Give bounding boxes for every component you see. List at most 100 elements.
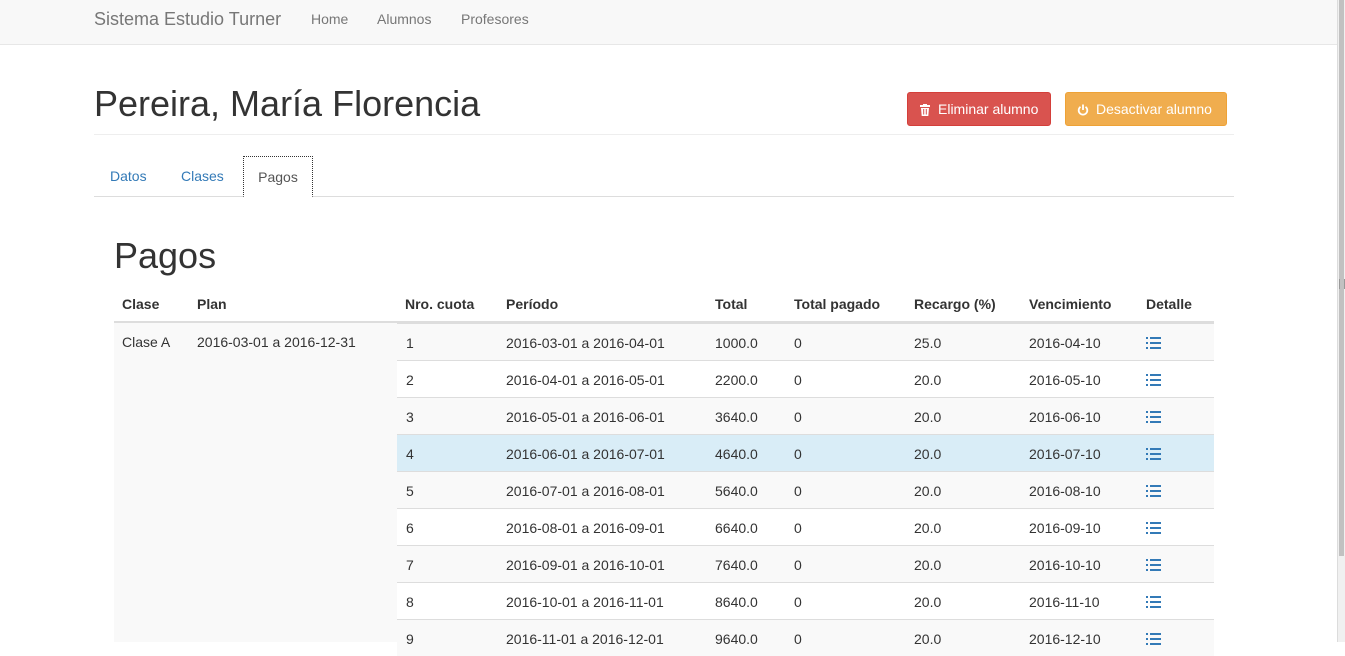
deactivate-student-button[interactable]: Desactivar alumno (1065, 92, 1227, 126)
col-header-periodo: Período (506, 296, 559, 312)
list-icon[interactable] (1146, 374, 1161, 386)
total-cell: 8640.0 (715, 594, 758, 610)
clase-value: Clase A (122, 334, 171, 350)
total-cell: 9640.0 (715, 631, 758, 647)
power-icon (1077, 103, 1089, 116)
total-cell: 3640.0 (715, 409, 758, 425)
table-row: 1 2016-03-01 a 2016-04-01 1000.0 0 25.0 2016-… (397, 323, 1214, 360)
total-pagado-cell: 0 (794, 557, 802, 573)
nav-link-alumnos[interactable]: Alumnos (377, 11, 431, 27)
total-pagado-cell: 0 (794, 483, 802, 499)
list-icon[interactable] (1146, 522, 1161, 534)
vencimiento-cell: 2016-11-10 (1029, 594, 1100, 610)
total-pagado-cell: 0 (794, 631, 802, 647)
col-header-total-pagado: Total pagado (794, 296, 881, 312)
resize-handle-icon (1339, 279, 1345, 289)
total-pagado-cell: 0 (794, 594, 802, 610)
list-icon[interactable] (1146, 485, 1161, 497)
total-pagado-cell: 0 (794, 446, 802, 462)
periodo-cell: 2016-07-01 a 2016-08-01 (506, 483, 665, 499)
total-cell: 4640.0 (715, 446, 758, 462)
nro-cuota-cell: 2 (406, 372, 414, 388)
tab-datos[interactable]: Datos (110, 156, 147, 196)
table-row: 7 2016-09-01 a 2016-10-01 7640.0 0 20.0 2016-… (397, 545, 1214, 582)
list-icon[interactable] (1146, 411, 1161, 423)
table-row: 2 2016-04-01 a 2016-05-01 2200.0 0 20.0 2016-… (397, 360, 1214, 397)
total-pagado-cell: 0 (794, 520, 802, 536)
scrollbar-thumb[interactable] (1339, 0, 1344, 556)
nro-cuota-cell: 6 (406, 520, 414, 536)
periodo-cell: 2016-11-01 a 2016-12-01 (506, 631, 664, 647)
total-pagado-cell: 0 (794, 372, 802, 388)
periodo-cell: 2016-10-01 a 2016-11-01 (506, 594, 664, 610)
vencimiento-cell: 2016-05-10 (1029, 372, 1101, 388)
recargo-cell: 20.0 (914, 631, 942, 647)
delete-student-label: Eliminar alumno (938, 101, 1039, 117)
nro-cuota-cell: 4 (406, 446, 414, 462)
nro-cuota-cell: 3 (406, 409, 414, 425)
total-cell: 5640.0 (715, 483, 758, 499)
recargo-cell: 20.0 (914, 557, 942, 573)
list-icon[interactable] (1146, 596, 1161, 608)
col-header-plan: Plan (197, 296, 227, 312)
col-header-recargo: Recargo (%) (914, 296, 996, 312)
trash-icon (919, 103, 931, 116)
periodo-cell: 2016-03-01 a 2016-04-01 (506, 335, 665, 351)
table-row: 9 2016-11-01 a 2016-12-01 9640.0 0 20.0 2016-… (397, 619, 1214, 656)
table-row: 8 2016-10-01 a 2016-11-01 8640.0 0 20.0 2016-… (397, 582, 1214, 619)
nro-cuota-cell: 7 (406, 557, 414, 573)
list-icon[interactable] (1146, 448, 1161, 460)
nav-link-home[interactable]: Home (311, 11, 348, 27)
deactivate-student-label: Desactivar alumno (1096, 101, 1212, 117)
vencimiento-cell: 2016-10-10 (1029, 557, 1101, 573)
vertical-scrollbar[interactable] (1337, 0, 1345, 642)
recargo-cell: 20.0 (914, 372, 942, 388)
vencimiento-cell: 2016-08-10 (1029, 483, 1101, 499)
total-cell: 1000.0 (715, 335, 758, 351)
list-icon[interactable] (1146, 337, 1161, 349)
total-cell: 2200.0 (715, 372, 758, 388)
nro-cuota-cell: 1 (406, 335, 414, 351)
navbar-brand[interactable]: Sistema Estudio Turner (94, 9, 281, 30)
page-title: Pereira, María Florencia (94, 83, 481, 124)
total-cell: 6640.0 (715, 520, 758, 536)
delete-student-button[interactable]: Eliminar alumno (907, 92, 1051, 126)
col-header-detalle: Detalle (1146, 296, 1192, 312)
col-header-total: Total (715, 296, 748, 312)
col-header-clase: Clase (122, 296, 160, 312)
periodo-cell: 2016-08-01 a 2016-09-01 (506, 520, 665, 536)
vencimiento-cell: 2016-12-10 (1029, 631, 1101, 647)
col-header-vencimiento: Vencimiento (1029, 296, 1112, 312)
nro-cuota-cell: 8 (406, 594, 414, 610)
header-divider (94, 134, 1234, 135)
table-row: 4 2016-06-01 a 2016-07-01 4640.0 0 20.0 2016-… (397, 434, 1214, 471)
periodo-cell: 2016-09-01 a 2016-10-01 (506, 557, 665, 573)
nro-cuota-cell: 9 (406, 631, 414, 647)
navbar: Sistema Estudio Turner Home Alumnos Prof… (0, 0, 1338, 45)
periodo-cell: 2016-05-01 a 2016-06-01 (506, 409, 665, 425)
recargo-cell: 20.0 (914, 409, 942, 425)
col-header-nro-cuota: Nro. cuota (405, 296, 475, 312)
tab-clases[interactable]: Clases (181, 156, 224, 196)
tab-pagos[interactable]: Pagos (243, 156, 313, 197)
list-icon[interactable] (1146, 633, 1161, 645)
vencimiento-cell: 2016-06-10 (1029, 409, 1101, 425)
recargo-cell: 20.0 (914, 594, 942, 610)
vencimiento-cell: 2016-09-10 (1029, 520, 1101, 536)
table-row: 6 2016-08-01 a 2016-09-01 6640.0 0 20.0 2016-… (397, 508, 1214, 545)
vencimiento-cell: 2016-07-10 (1029, 446, 1101, 462)
nav-link-profesores[interactable]: Profesores (461, 11, 529, 27)
total-cell: 7640.0 (715, 557, 758, 573)
total-pagado-cell: 0 (794, 409, 802, 425)
section-title: Pagos (114, 235, 217, 276)
recargo-cell: 20.0 (914, 520, 942, 536)
list-icon[interactable] (1146, 559, 1161, 571)
table-row: 5 2016-07-01 a 2016-08-01 5640.0 0 20.0 2016-… (397, 471, 1214, 508)
total-pagado-cell: 0 (794, 335, 802, 351)
nro-cuota-cell: 5 (406, 483, 414, 499)
periodo-cell: 2016-04-01 a 2016-05-01 (506, 372, 665, 388)
plan-value: 2016-03-01 a 2016-12-31 (197, 334, 356, 350)
vencimiento-cell: 2016-04-10 (1029, 335, 1101, 351)
periodo-cell: 2016-06-01 a 2016-07-01 (506, 446, 665, 462)
recargo-cell: 20.0 (914, 483, 942, 499)
